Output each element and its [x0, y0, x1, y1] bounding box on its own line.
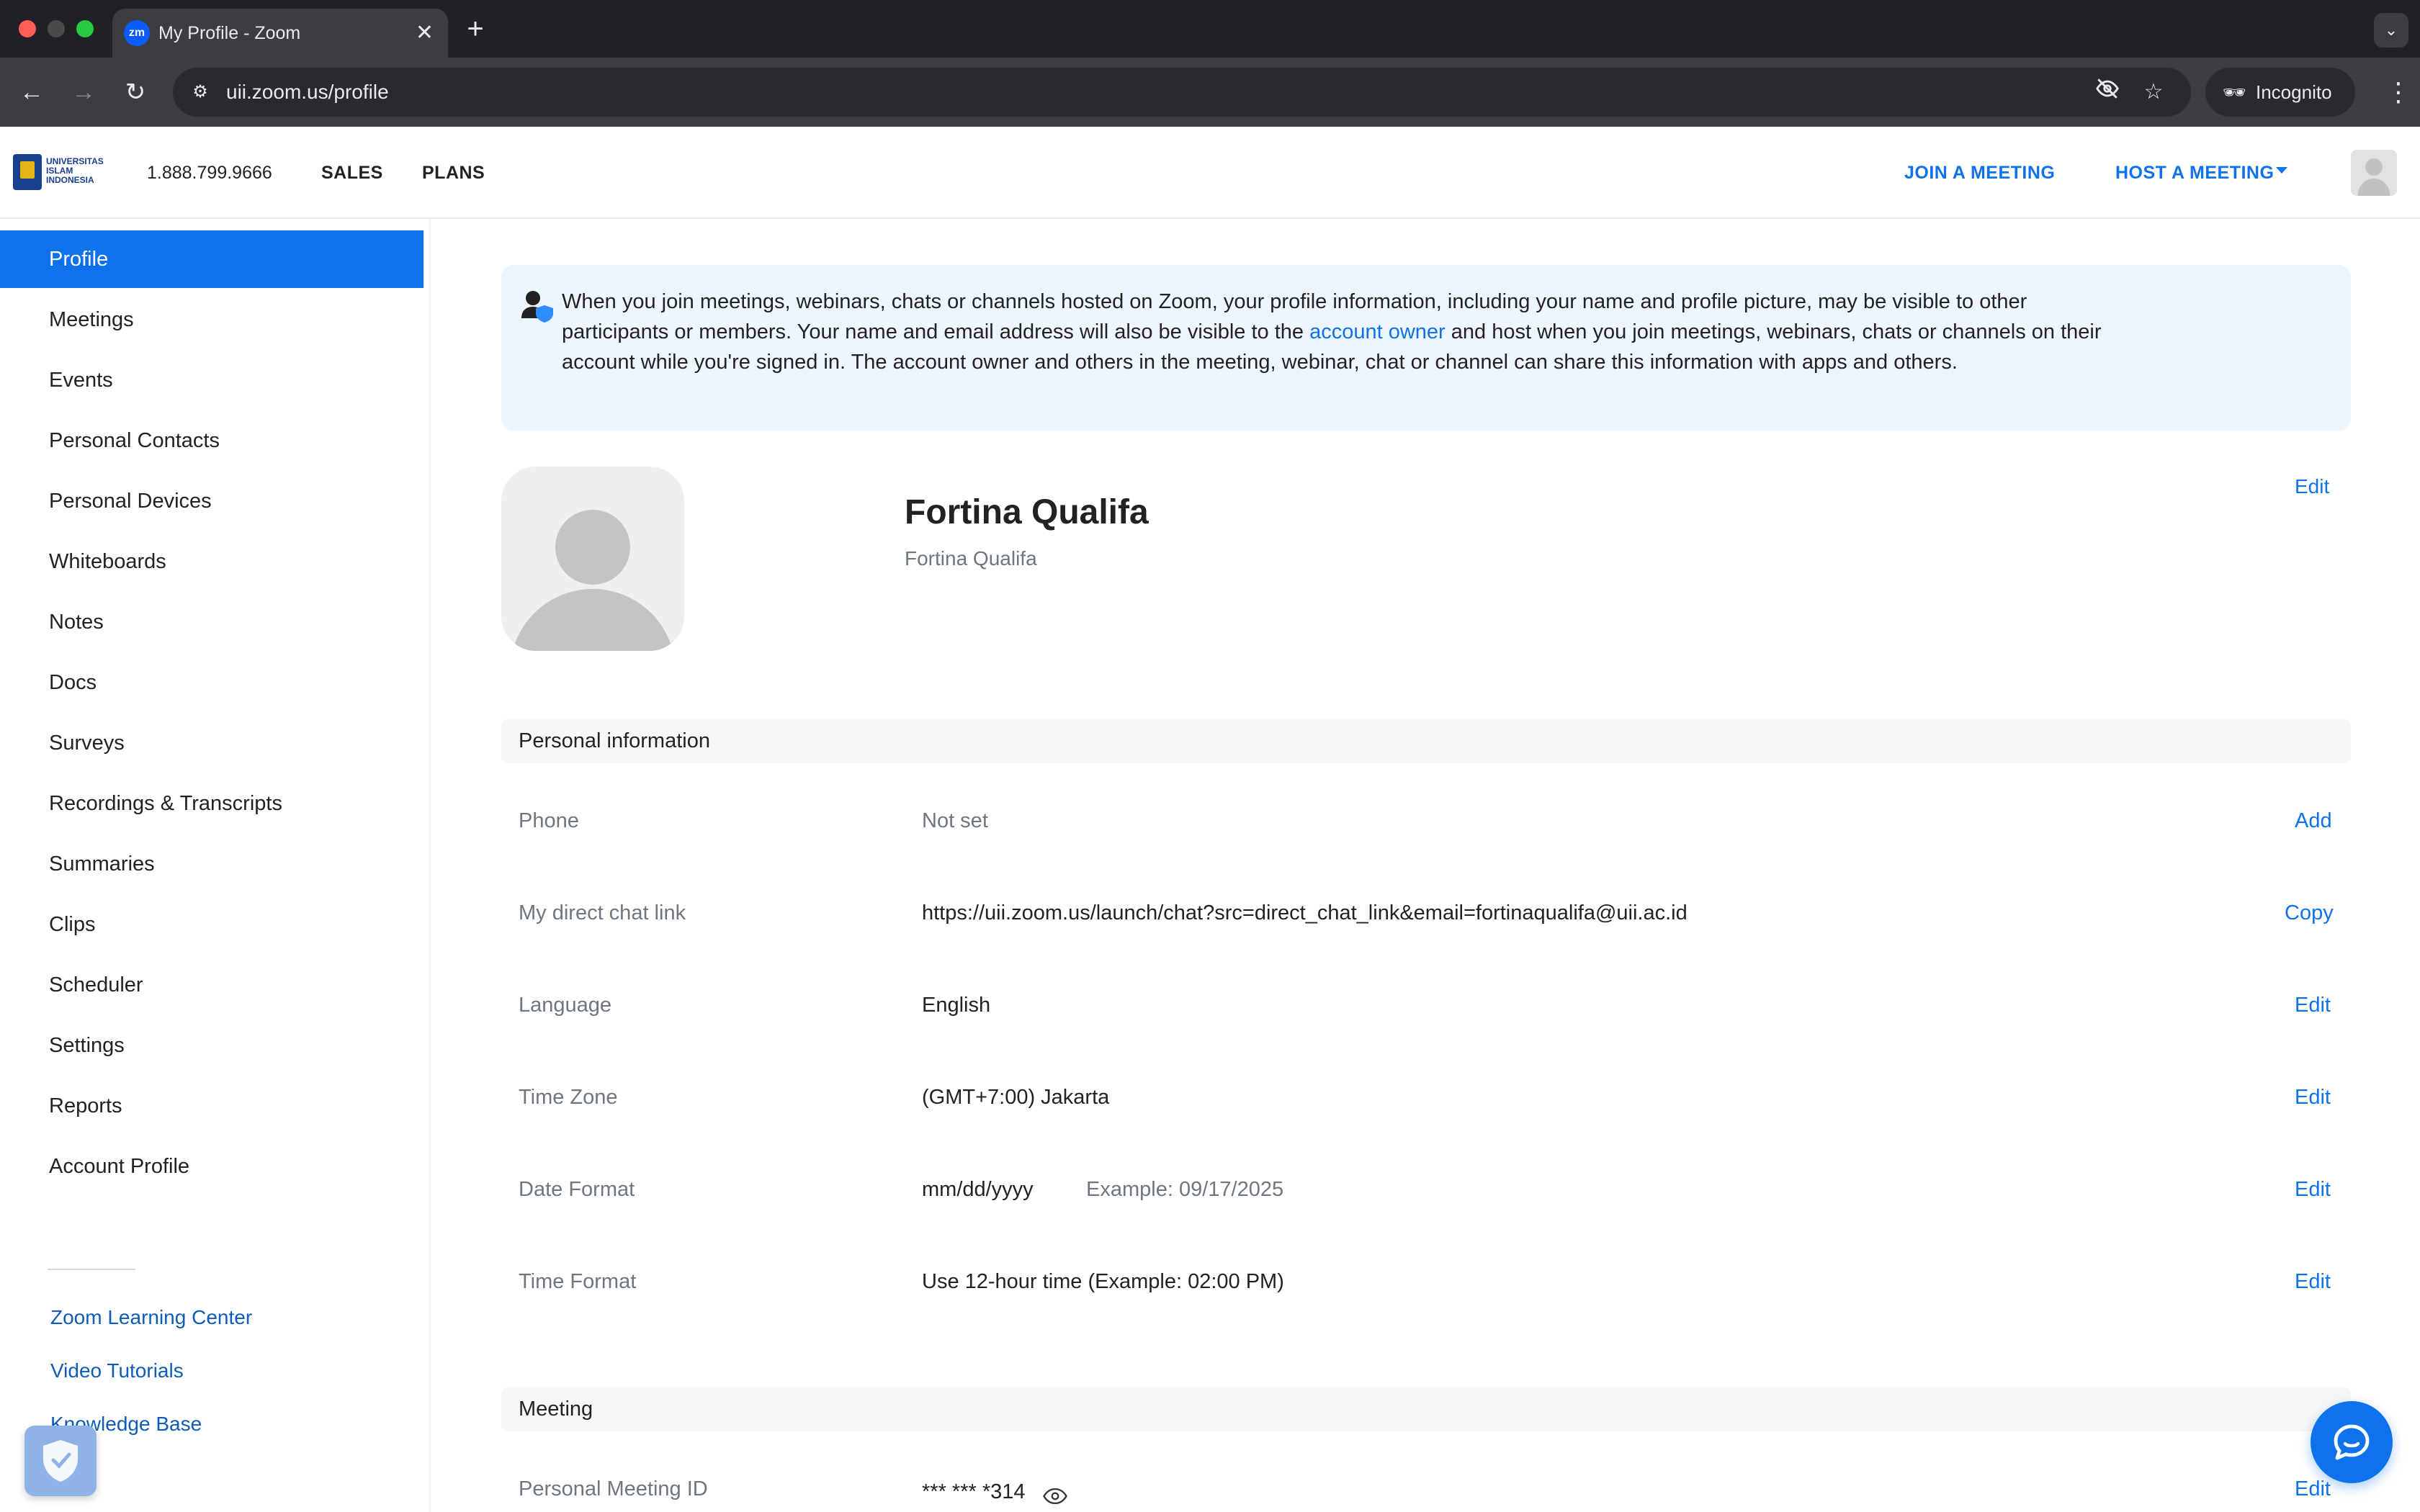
sidebar-item-clips[interactable]: Clips — [0, 896, 424, 953]
meeting-header: Meeting — [501, 1387, 2351, 1431]
sidebar-item-summaries[interactable]: Summaries — [0, 835, 424, 893]
eye-slash-icon[interactable] — [2092, 76, 2123, 108]
pmi-value: *** *** *314 — [922, 1480, 1026, 1503]
window-maximize-button[interactable] — [76, 20, 94, 37]
address-bar[interactable]: ⚙ uii.zoom.us/profile ☆ — [173, 68, 2191, 117]
learning-center-link[interactable]: Zoom Learning Center — [50, 1296, 252, 1339]
phone-value: Not set — [922, 809, 988, 832]
profile-photo[interactable] — [501, 467, 684, 651]
user-avatar[interactable] — [2351, 150, 2397, 196]
language-edit-button[interactable]: Edit — [2295, 994, 2331, 1017]
account-owner-link[interactable]: account owner — [1309, 320, 1446, 343]
time-format-value: Use 12-hour time (Example: 02:00 PM) — [922, 1270, 1284, 1293]
url-text[interactable]: uii.zoom.us/profile — [226, 68, 389, 117]
language-value: English — [922, 994, 991, 1017]
date-format-label: Date Format — [519, 1178, 635, 1201]
browser-toolbar: ← → ↻ ⚙ uii.zoom.us/profile ☆ 🕶 Incognit… — [0, 58, 2420, 127]
sidebar-divider — [48, 1269, 135, 1270]
profile-display-name: Fortina Qualifa — [905, 547, 1037, 570]
time-format-label: Time Format — [519, 1270, 637, 1293]
eye-icon[interactable] — [1043, 1488, 1067, 1505]
phone-label: Phone — [519, 809, 579, 832]
browser-tab[interactable]: zm My Profile - Zoom ✕ — [112, 9, 448, 58]
tab-search-chevron-icon[interactable]: ⌄ — [2374, 13, 2408, 48]
privacy-notice: When you join meetings, webinars, chats … — [501, 265, 2351, 431]
back-arrow-icon[interactable]: ← — [16, 76, 48, 108]
browser-tab-bar: zm My Profile - Zoom ✕ + ⌄ — [0, 0, 2420, 58]
personal-info-header: Personal information — [501, 719, 2351, 763]
chat-link-label: My direct chat link — [519, 901, 686, 924]
site-header: UNIVERSITAS ISLAM INDONESIA 1.888.799.96… — [0, 127, 2420, 219]
sidebar-item-personal-contacts[interactable]: Personal Contacts — [0, 412, 424, 469]
sidebar-item-account-profile[interactable]: Account Profile — [0, 1138, 424, 1195]
chat-bubble-icon[interactable] — [2311, 1401, 2393, 1483]
phone-add-button[interactable]: Add — [2295, 809, 2332, 833]
sidebar-item-recordings[interactable]: Recordings & Transcripts — [0, 775, 424, 832]
caret-down-icon[interactable] — [2276, 167, 2287, 174]
host-meeting-link[interactable]: HOST A MEETING — [2115, 127, 2274, 219]
forward-arrow-icon[interactable]: → — [68, 76, 99, 108]
window-minimize-button[interactable] — [48, 20, 65, 37]
date-format-edit-button[interactable]: Edit — [2295, 1178, 2331, 1202]
timezone-edit-button[interactable]: Edit — [2295, 1086, 2331, 1110]
timezone-value: (GMT+7:00) Jakarta — [922, 1086, 1110, 1109]
profile-name: Fortina Qualifa — [905, 493, 1149, 531]
sidebar-item-whiteboards[interactable]: Whiteboards — [0, 533, 424, 590]
university-logo[interactable]: UNIVERSITAS ISLAM INDONESIA — [13, 153, 121, 193]
date-format-value: mm/dd/yyyy — [922, 1178, 1034, 1201]
logo-text: UNIVERSITAS ISLAM INDONESIA — [46, 156, 104, 185]
incognito-badge[interactable]: 🕶 Incognito — [2205, 68, 2355, 117]
chat-link-value: https://uii.zoom.us/launch/chat?src=dire… — [922, 901, 1688, 924]
university-seal-icon — [13, 154, 42, 190]
timezone-label: Time Zone — [519, 1086, 618, 1109]
sidebar-item-events[interactable]: Events — [0, 351, 424, 409]
pmi-label: Personal Meeting ID — [519, 1477, 708, 1500]
main-content: When you join meetings, webinars, chats … — [432, 219, 2420, 1512]
sidebar-item-docs[interactable]: Docs — [0, 654, 424, 711]
sidebar: Profile Meetings Events Personal Contact… — [0, 219, 431, 1512]
sidebar-item-notes[interactable]: Notes — [0, 593, 424, 651]
sidebar-item-meetings[interactable]: Meetings — [0, 291, 424, 348]
zoom-favicon-icon: zm — [124, 20, 150, 46]
join-meeting-link[interactable]: JOIN A MEETING — [1904, 127, 2055, 219]
new-tab-icon[interactable]: + — [461, 9, 490, 49]
incognito-label: Incognito — [2256, 81, 2332, 103]
notice-text: When you join meetings, webinars, chats … — [562, 290, 2102, 374]
sidebar-item-profile[interactable]: Profile — [0, 230, 424, 288]
chat-link-copy-button[interactable]: Copy — [2285, 901, 2334, 925]
tab-title: My Profile - Zoom — [158, 23, 301, 43]
profile-edit-button[interactable]: Edit — [2295, 475, 2329, 498]
sidebar-item-settings[interactable]: Settings — [0, 1017, 424, 1074]
time-format-edit-button[interactable]: Edit — [2295, 1270, 2331, 1294]
reload-icon[interactable]: ↻ — [120, 76, 151, 108]
sidebar-item-surveys[interactable]: Surveys — [0, 714, 424, 772]
sidebar-item-scheduler[interactable]: Scheduler — [0, 956, 424, 1014]
language-label: Language — [519, 994, 612, 1017]
sidebar-item-reports[interactable]: Reports — [0, 1077, 424, 1135]
site-info-icon[interactable]: ⚙ — [186, 78, 215, 107]
incognito-icon: 🕶 — [2223, 81, 2247, 103]
user-shield-icon — [521, 291, 553, 323]
sidebar-item-personal-devices[interactable]: Personal Devices — [0, 472, 424, 530]
window-close-button[interactable] — [19, 20, 36, 37]
browser-menu-icon[interactable]: ⋮ — [2385, 76, 2411, 108]
video-tutorials-link[interactable]: Video Tutorials — [50, 1349, 184, 1392]
support-phone[interactable]: 1.888.799.9666 — [147, 127, 272, 219]
tab-close-icon[interactable]: ✕ — [416, 9, 434, 58]
sales-link[interactable]: SALES — [321, 127, 383, 219]
date-format-example: Example: 09/17/2025 — [1086, 1178, 1284, 1201]
plans-link[interactable]: PLANS — [422, 127, 485, 219]
shield-check-icon[interactable] — [24, 1426, 97, 1496]
star-icon[interactable]: ☆ — [2138, 76, 2169, 108]
pmi-edit-button[interactable]: Edit — [2295, 1477, 2331, 1501]
